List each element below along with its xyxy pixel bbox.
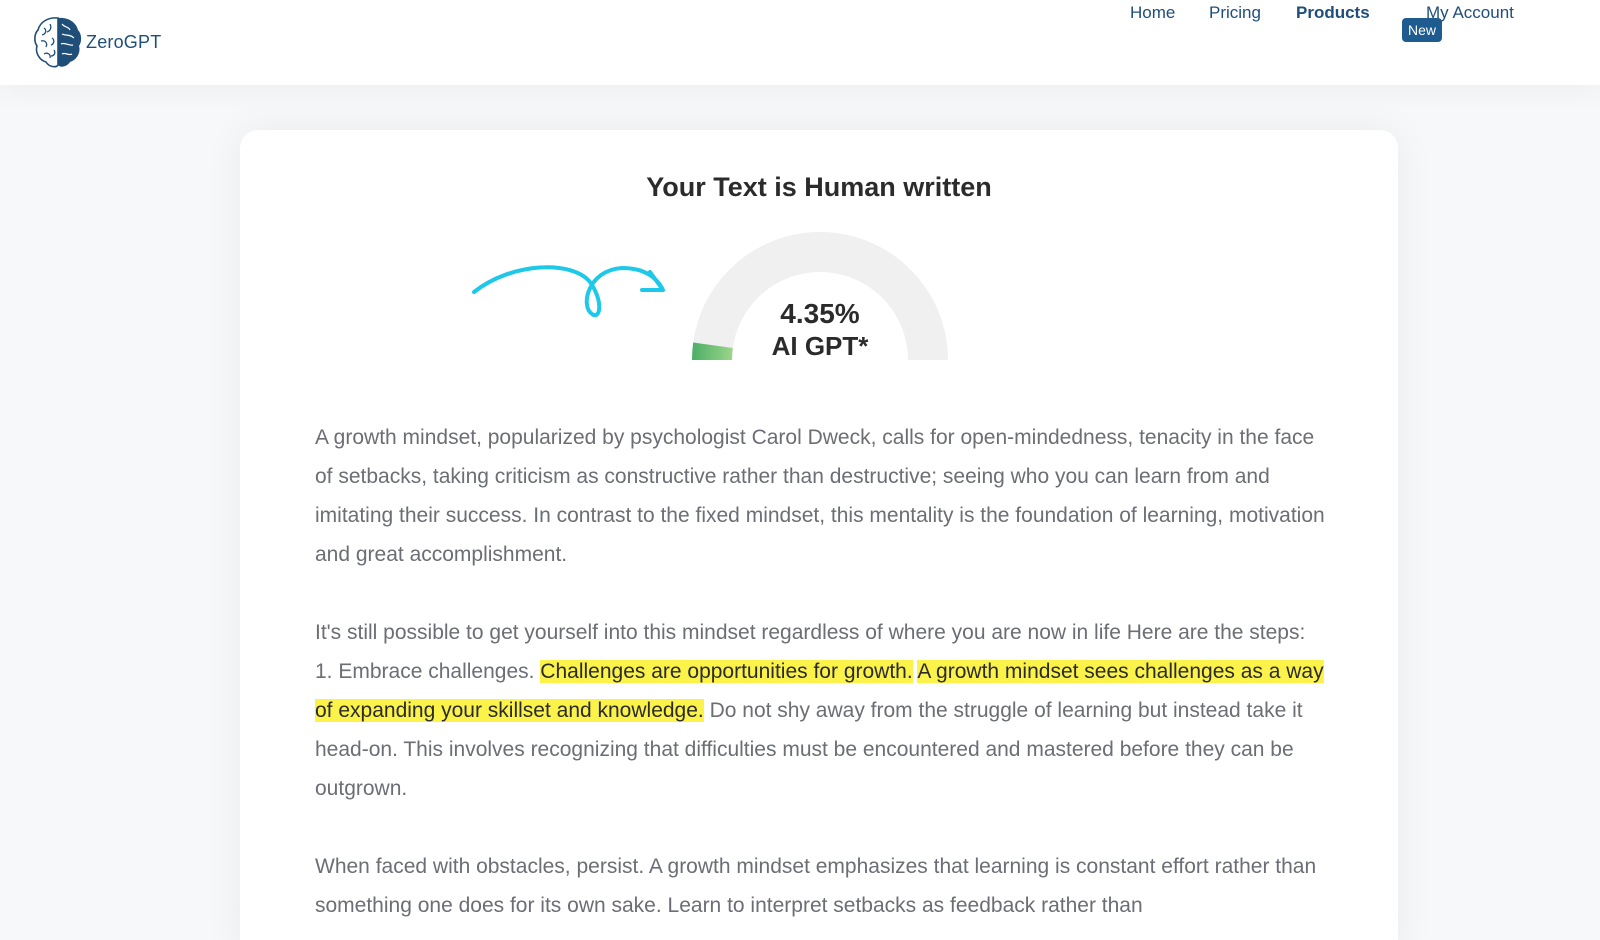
text-paragraph: It's still possible to get yourself into… <box>315 613 1325 808</box>
analyzed-text: A growth mindset, popularized by psychol… <box>315 418 1325 940</box>
ai-percent-value: 4.35% <box>780 298 860 329</box>
top-navbar: ZeroGPT Home Pricing Products New My Acc… <box>0 0 1600 85</box>
ai-highlighted-sentence: Challenges are opportunities for growth. <box>540 660 913 683</box>
result-card: Your Text is Human written 4.35% AI GPT*… <box>240 130 1398 940</box>
ai-gauge-label: AI GPT* <box>771 331 869 361</box>
text-segment: When faced with obstacles, persist. A gr… <box>315 855 1317 917</box>
nav-home[interactable]: Home <box>1130 0 1175 26</box>
brand-logo[interactable]: ZeroGPT <box>32 14 161 70</box>
result-title: Your Text is Human written <box>646 172 992 202</box>
curly-arrow-icon <box>472 265 665 318</box>
nav-my-account[interactable]: My Account <box>1426 0 1514 26</box>
nav-products[interactable]: Products <box>1296 0 1370 26</box>
text-paragraph: When faced with obstacles, persist. A gr… <box>315 847 1325 925</box>
brand-name: ZeroGPT <box>86 31 162 52</box>
brain-icon <box>34 17 82 68</box>
text-paragraph: A growth mindset, popularized by psychol… <box>315 418 1325 574</box>
text-segment: A growth mindset, popularized by psychol… <box>315 426 1325 566</box>
nav-pricing[interactable]: Pricing <box>1209 0 1261 26</box>
